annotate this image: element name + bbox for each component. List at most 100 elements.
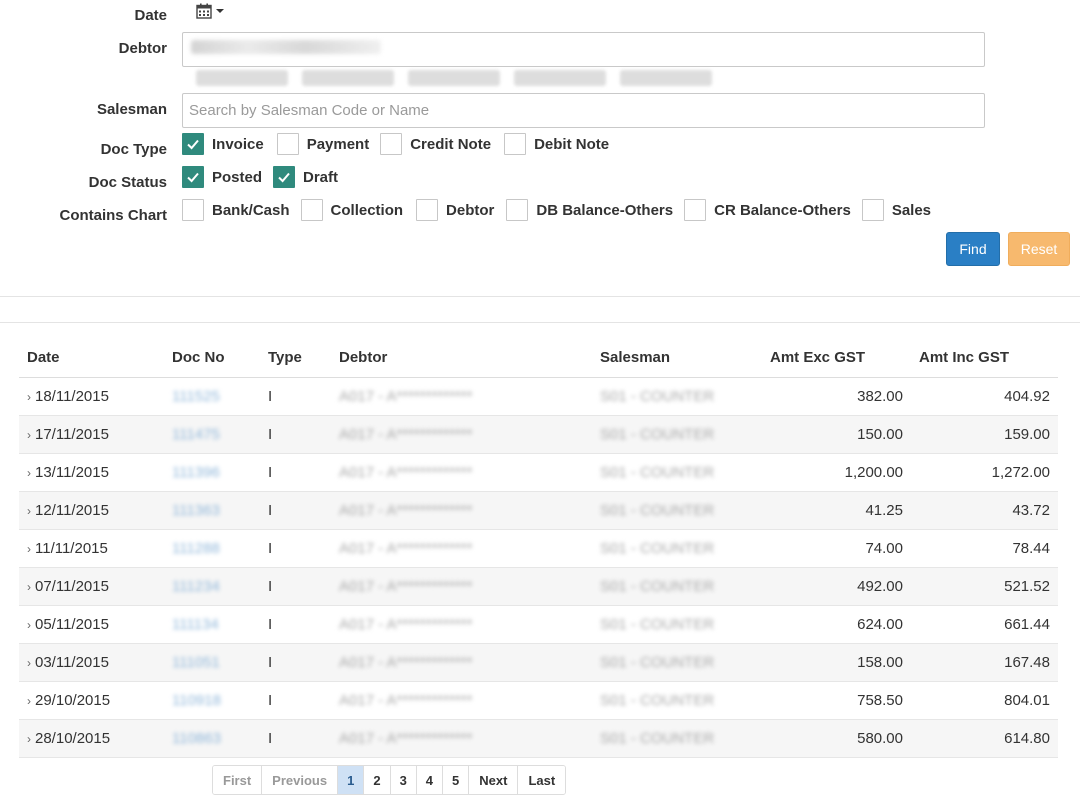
previous-page-button[interactable]: Previous xyxy=(262,766,339,794)
checkbox-box[interactable] xyxy=(504,133,527,155)
doc-no-link[interactable]: 111134 xyxy=(172,616,219,633)
column-header-amt-exc-gst[interactable]: Amt Exc GST xyxy=(762,339,911,378)
chevron-right-icon[interactable]: › xyxy=(27,466,31,480)
column-header-date[interactable]: Date xyxy=(19,339,164,378)
page-1-button[interactable]: 1 xyxy=(338,766,365,794)
doc-no-link[interactable]: 111396 xyxy=(172,464,220,481)
chevron-right-icon[interactable]: › xyxy=(27,390,31,404)
checkmark-icon[interactable] xyxy=(182,133,204,155)
chevron-right-icon[interactable]: › xyxy=(27,618,31,632)
doc-no-link[interactable]: 111051 xyxy=(172,654,220,671)
table-row[interactable]: › 17/11/2015 111475 I A017 - A************* S… xyxy=(19,415,1058,454)
amount-inc-gst-cell: 614.80 xyxy=(911,719,1058,758)
salesman-value: S01 - COUNTER xyxy=(600,539,715,557)
doctype-payment-checkbox[interactable]: Payment xyxy=(276,133,369,155)
table-row[interactable]: › 18/11/2015 111525 I A017 - A************* S… xyxy=(19,377,1058,416)
debtor-label: Debtor xyxy=(118,40,167,57)
table-row[interactable]: › 07/11/2015 111234 I A017 - A************* S… xyxy=(19,567,1058,606)
column-header-type[interactable]: Type xyxy=(260,339,331,378)
debtor-value: A017 - A************* xyxy=(339,463,473,481)
chevron-right-icon[interactable]: › xyxy=(27,542,31,556)
debtor-tag[interactable] xyxy=(196,70,288,86)
debtor-cell: A017 - A************* xyxy=(331,453,592,492)
salesman-value: S01 - COUNTER xyxy=(600,463,715,481)
chevron-right-icon[interactable]: › xyxy=(27,694,31,708)
chevron-right-icon[interactable]: › xyxy=(27,504,31,518)
chevron-right-icon[interactable]: › xyxy=(27,580,31,594)
checkbox-label: DB Balance-Others xyxy=(536,201,674,219)
chart-sales-checkbox[interactable]: Sales xyxy=(861,199,931,221)
doctype-credit-note-checkbox[interactable]: Credit Note xyxy=(380,133,491,155)
debtor-tag[interactable] xyxy=(302,70,394,86)
column-header-doc-no[interactable]: Doc No xyxy=(164,339,260,378)
docstatus-draft-checkbox[interactable]: Draft xyxy=(273,166,338,188)
table-row[interactable]: › 28/10/2015 110863 I A017 - A************* S… xyxy=(19,719,1058,758)
debtor-tag[interactable] xyxy=(620,70,712,86)
doc-no-link[interactable]: 111475 xyxy=(172,426,220,443)
amount-exc-gst-cell: 41.25 xyxy=(762,491,911,530)
first-page-button[interactable]: First xyxy=(213,766,263,794)
reset-button[interactable]: Reset xyxy=(1008,232,1070,266)
checkbox-box[interactable] xyxy=(684,199,707,221)
chevron-right-icon[interactable]: › xyxy=(27,732,31,746)
doc-no-link[interactable]: 111288 xyxy=(172,540,220,557)
calendar-icon xyxy=(196,3,212,19)
salesman-value: S01 - COUNTER xyxy=(600,653,715,671)
table-row[interactable]: › 13/11/2015 111396 I A017 - A************* S… xyxy=(19,453,1058,492)
doctype-invoice-checkbox[interactable]: Invoice xyxy=(182,133,264,155)
type-cell: I xyxy=(260,567,331,606)
page-3-button[interactable]: 3 xyxy=(390,766,417,794)
docstatus-posted-checkbox[interactable]: Posted xyxy=(182,166,262,188)
checkbox-box[interactable] xyxy=(300,199,323,221)
debtor-value: A017 - A************* xyxy=(339,653,473,671)
table-row[interactable]: › 11/11/2015 111288 I A017 - A************* S… xyxy=(19,529,1058,568)
chevron-right-icon[interactable]: › xyxy=(27,428,31,442)
table-row[interactable]: › 05/11/2015 111134 I A017 - A************* S… xyxy=(19,605,1058,644)
page-4-button[interactable]: 4 xyxy=(416,766,444,794)
debtor-tag[interactable] xyxy=(408,70,500,86)
doc-no-link[interactable]: 111234 xyxy=(172,578,220,595)
chart-bank-cash-checkbox[interactable]: Bank/Cash xyxy=(182,199,290,221)
date-picker-button[interactable] xyxy=(196,2,224,20)
doc-no-link[interactable]: 110918 xyxy=(172,692,221,709)
debtor-tag[interactable] xyxy=(514,70,606,86)
column-header-debtor[interactable]: Debtor xyxy=(331,339,592,378)
checkbox-label: Invoice xyxy=(212,135,264,153)
last-page-button[interactable]: Last xyxy=(518,766,566,794)
doc-type-options: Invoice Payment Credit Note Debit Note xyxy=(182,133,621,155)
table-row[interactable]: › 12/11/2015 111363 I A017 - A************* S… xyxy=(19,491,1058,530)
salesman-search-input[interactable] xyxy=(182,93,985,128)
checkbox-box[interactable] xyxy=(380,133,403,155)
chart-debtor-checkbox[interactable]: Debtor xyxy=(416,199,494,221)
doctype-debit-note-checkbox[interactable]: Debit Note xyxy=(504,133,609,155)
page-5-button[interactable]: 5 xyxy=(443,766,470,794)
checkbox-box[interactable] xyxy=(506,199,529,221)
table-row[interactable]: › 03/11/2015 111051 I A017 - A************* S… xyxy=(19,643,1058,682)
amount-exc-gst-cell: 158.00 xyxy=(762,643,911,682)
checkmark-icon[interactable] xyxy=(182,166,204,188)
next-page-button[interactable]: Next xyxy=(469,766,519,794)
salesman-value: S01 - COUNTER xyxy=(600,425,715,443)
checkbox-box[interactable] xyxy=(276,133,299,155)
table-row[interactable]: › 29/10/2015 110918 I A017 - A************* S… xyxy=(19,681,1058,720)
debtor-field[interactable] xyxy=(182,32,985,67)
column-header-salesman[interactable]: Salesman xyxy=(592,339,762,378)
doc-no-link[interactable]: 110863 xyxy=(172,730,221,747)
checkbox-box[interactable] xyxy=(861,199,884,221)
amount-exc-gst-cell: 1,200.00 xyxy=(762,453,911,492)
checkbox-label: Posted xyxy=(212,168,263,186)
date-value: 17/11/2015 xyxy=(35,425,109,443)
doc-no-link[interactable]: 111525 xyxy=(172,388,220,405)
find-button[interactable]: Find xyxy=(946,232,1000,266)
salesman-label: Salesman xyxy=(96,101,167,118)
page-2-button[interactable]: 2 xyxy=(364,766,391,794)
chart-collection-checkbox[interactable]: Collection xyxy=(300,199,403,221)
chevron-right-icon[interactable]: › xyxy=(27,656,31,670)
chart-cr-balance-others-checkbox[interactable]: CR Balance-Others xyxy=(684,199,851,221)
chart-db-balance-others-checkbox[interactable]: DB Balance-Others xyxy=(506,199,673,221)
checkmark-icon[interactable] xyxy=(273,166,296,188)
column-header-amt-inc-gst[interactable]: Amt Inc GST xyxy=(911,339,1058,378)
doc-no-link[interactable]: 111363 xyxy=(172,502,220,519)
checkbox-box[interactable] xyxy=(182,199,204,221)
checkbox-box[interactable] xyxy=(416,199,439,221)
